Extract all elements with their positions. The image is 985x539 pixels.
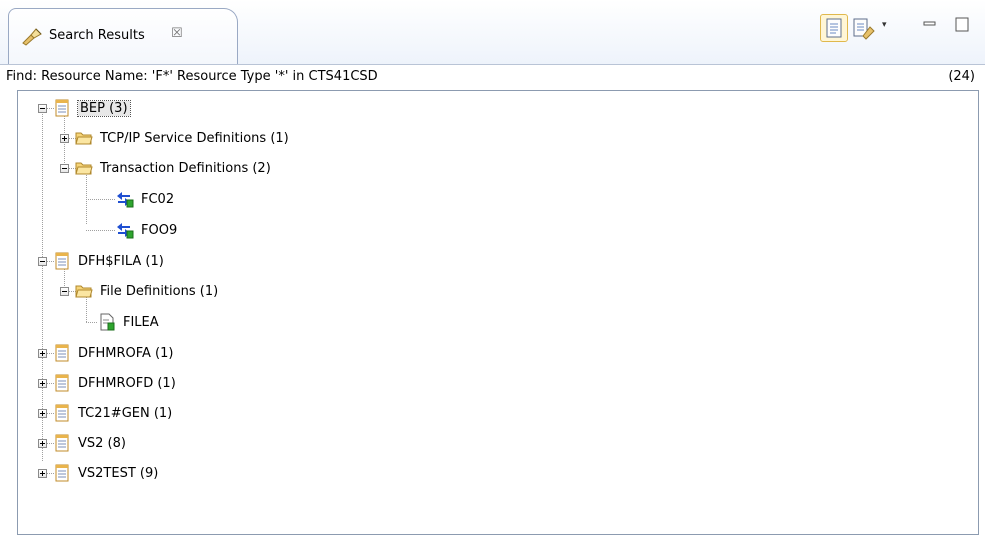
tree-node-vs2[interactable]: VS2 (8) [38, 432, 126, 454]
tree-node-fc02[interactable]: FC02 [116, 188, 174, 210]
collapse-toggle[interactable] [60, 286, 69, 296]
expand-toggle[interactable] [38, 438, 47, 448]
tree-node-label: DFH$FILA (1) [78, 253, 164, 269]
expand-toggle[interactable] [38, 468, 47, 478]
tree-node-label: VS2 (8) [78, 435, 126, 451]
maximize-icon[interactable] [952, 14, 972, 34]
close-icon[interactable]: ☒ [171, 26, 183, 41]
tree-node-tcpip-definitions[interactable]: TCP/IP Service Definitions (1) [60, 127, 289, 149]
tree-node-foo9[interactable]: FOO9 [116, 219, 177, 241]
expand-toggle[interactable] [60, 133, 69, 143]
tree-node-tc21gen[interactable]: TC21#GEN (1) [38, 402, 172, 424]
tree-node-file-definitions[interactable]: File Definitions (1) [60, 280, 218, 302]
group-doc-icon [55, 252, 69, 270]
tree-node-label: FOO9 [141, 222, 178, 238]
group-doc-icon [55, 344, 69, 362]
show-as-tree-button[interactable] [820, 14, 848, 42]
tree-node-label: BEP (3) [77, 99, 131, 117]
tree-node-vs2test[interactable]: VS2TEST (9) [38, 462, 158, 484]
tree-node-label: TC21#GEN (1) [78, 405, 173, 421]
tree-node-filea[interactable]: FILEA [98, 311, 159, 333]
transaction-icon [117, 192, 134, 208]
expand-toggle[interactable] [38, 348, 47, 358]
collapse-toggle[interactable] [38, 256, 47, 266]
group-doc-icon [55, 404, 69, 422]
tree-node-label: FC02 [141, 191, 175, 207]
tree-node-bep[interactable]: BEP (3) [38, 97, 131, 119]
chevron-down-icon[interactable]: ▾ [882, 20, 894, 34]
folder-icon [75, 132, 93, 145]
search-summary-bar: Find: Resource Name: 'F*' Resource Type … [0, 64, 985, 87]
tab-search-results[interactable]: Search Results ☒ [8, 8, 238, 64]
file-definition-icon [100, 313, 115, 331]
group-doc-icon [55, 374, 69, 392]
group-doc-icon [55, 464, 69, 482]
tree-node-label: VS2TEST (9) [78, 465, 159, 481]
tree-node-label: FILEA [123, 314, 159, 330]
search-history-button[interactable] [850, 14, 878, 42]
collapse-toggle[interactable] [60, 163, 69, 173]
tree-node-label: Transaction Definitions (2) [100, 160, 271, 176]
expand-toggle[interactable] [38, 378, 47, 388]
minimize-icon[interactable] [920, 14, 940, 34]
results-tree[interactable]: BEP (3) TCP/IP Service Definitions (1) T… [17, 90, 979, 535]
collapse-toggle[interactable] [38, 103, 47, 113]
expand-toggle[interactable] [38, 408, 47, 418]
tree-node-dfhmrofd[interactable]: DFHMROFD (1) [38, 372, 176, 394]
search-query-label: Find: Resource Name: 'F*' Resource Type … [6, 69, 378, 84]
folder-icon [75, 162, 93, 175]
folder-icon [75, 285, 93, 298]
tab-title: Search Results [49, 28, 145, 43]
tree-node-label: File Definitions (1) [100, 283, 219, 299]
tree-node-transaction-definitions[interactable]: Transaction Definitions (2) [60, 157, 271, 179]
transaction-icon [117, 223, 134, 239]
tree-node-dfhmrofa[interactable]: DFHMROFA (1) [38, 342, 173, 364]
result-count: (24) [948, 69, 975, 84]
tree-node-label: TCP/IP Service Definitions (1) [100, 130, 289, 146]
tree-node-label: DFHMROFA (1) [78, 345, 174, 361]
search-results-view: Search Results ☒ ▾ Find: Resource Name: … [0, 0, 985, 539]
group-doc-icon [55, 434, 69, 452]
flashlight-icon [21, 26, 43, 50]
view-tab-bar: Search Results ☒ ▾ [0, 0, 985, 64]
tree-node-dfhfila[interactable]: DFH$FILA (1) [38, 250, 164, 272]
tree-node-label: DFHMROFD (1) [78, 375, 176, 391]
group-doc-icon [55, 99, 69, 117]
